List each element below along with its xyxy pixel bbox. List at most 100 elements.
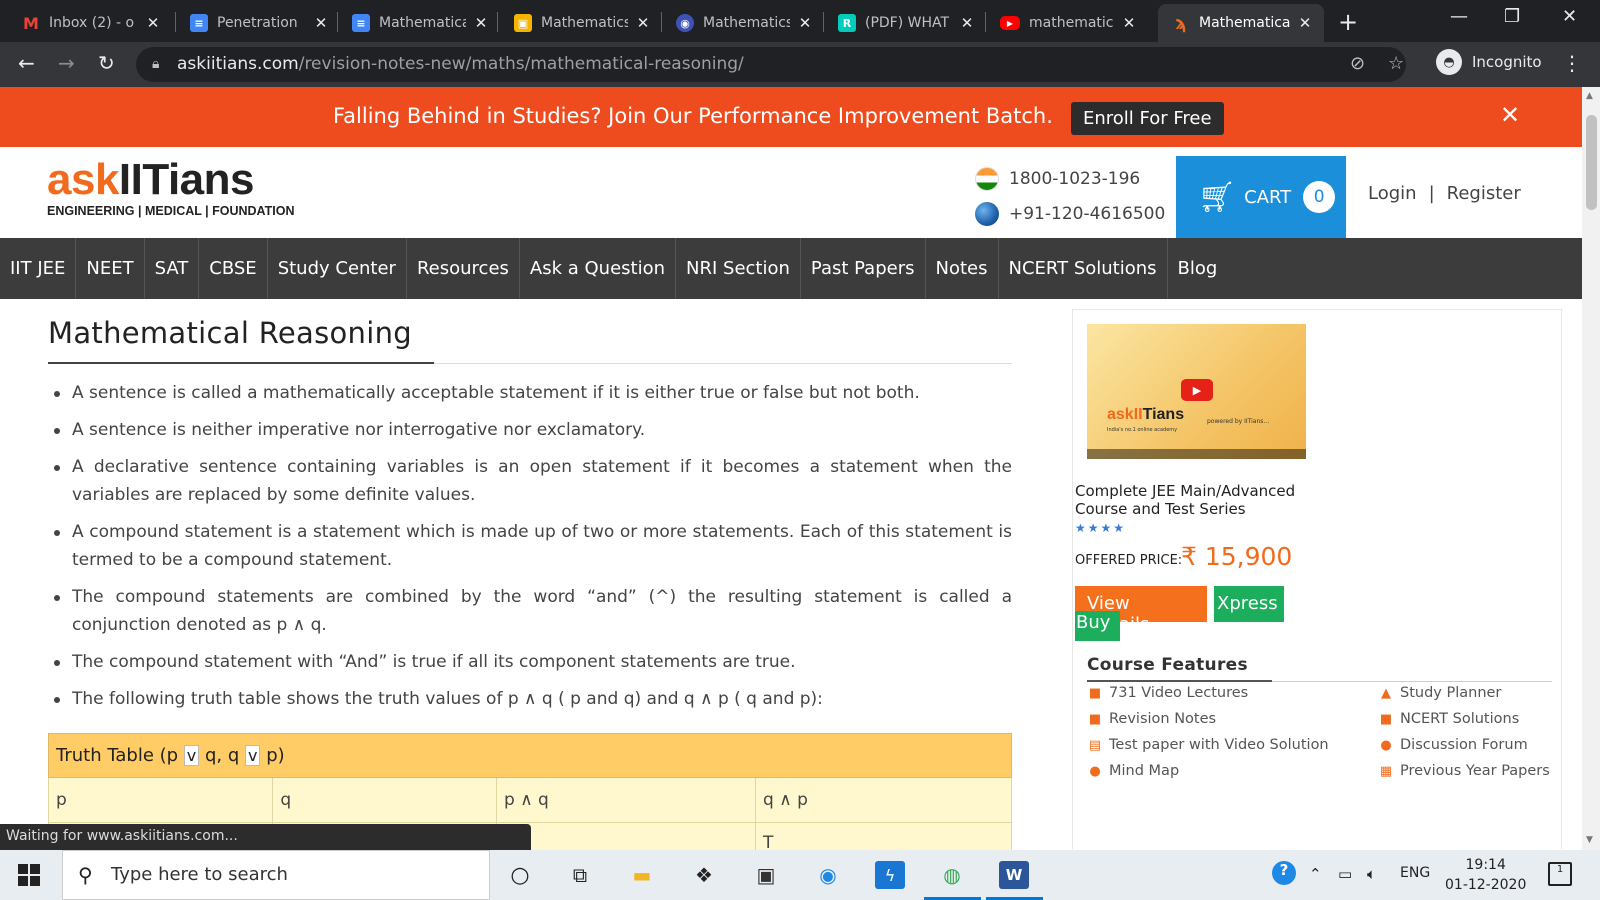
tab-mathematics-slides[interactable]: ▣ Mathematics ✕ [500,4,662,42]
close-icon[interactable]: ✕ [796,14,814,32]
phone-number: +91-120-4616500 [1009,204,1166,224]
nav-ask-question[interactable]: Ask a Question [520,238,677,299]
scroll-up-icon[interactable]: ▲ [1586,91,1593,101]
system-clock[interactable]: 19:14 01-12-2020 [1445,855,1526,895]
rating-stars: ★★★★ [1075,521,1127,535]
nav-cbse[interactable]: CBSE [199,238,268,299]
video-logo-ask: askII [1107,406,1143,423]
gmail-icon: M [23,13,39,33]
login-link[interactable]: Login [1368,183,1417,204]
xpress-buy-button-wrap[interactable]: Buy [1075,611,1120,641]
app-icon[interactable]: ϟ [875,861,905,889]
close-icon[interactable]: ✕ [1500,101,1520,129]
forward-button[interactable]: → [58,51,75,75]
nav-sat[interactable]: SAT [145,238,200,299]
restore-button[interactable]: ❐ [1504,6,1520,27]
incognito-profile[interactable]: ◓ Incognito [1436,49,1542,75]
globe-icon: ◉ [676,14,694,32]
feature-item: ■ 731 Video Lectures [1087,685,1248,701]
enroll-button[interactable]: Enroll For Free [1071,102,1224,135]
help-icon[interactable]: ? [1272,861,1296,885]
address-bar[interactable]: 🔒︎ askiitians.com/revision-notes-new/mat… [136,47,1406,82]
nav-ncert-solutions[interactable]: NCERT Solutions [999,238,1168,299]
scroll-down-icon[interactable]: ▼ [1586,835,1593,845]
battery-icon[interactable]: ▭ [1338,865,1352,883]
tab-title: Mathematica [379,15,466,31]
close-icon[interactable]: ✕ [312,14,330,32]
close-icon[interactable]: ✕ [144,14,162,32]
dropbox-icon[interactable]: ❖ [689,861,719,889]
course-title[interactable]: Complete JEE Main/Advanced Course and Te… [1075,482,1325,518]
xpress-buy-button[interactable]: Xpress [1214,586,1284,622]
tab-youtube-mathematica[interactable]: ▶ mathematica ✕ [986,4,1148,42]
task-view-icon[interactable]: ⧉ [565,861,595,889]
nav-study-center[interactable]: Study Center [268,238,407,299]
edge-icon[interactable]: ◉ [813,861,843,889]
nav-past-papers[interactable]: Past Papers [801,238,926,299]
nav-iit-jee[interactable]: IIT JEE [0,238,77,299]
star-icon[interactable]: ☆ [1388,53,1404,74]
lock-icon[interactable]: 🔒︎ [152,56,159,72]
reload-button[interactable]: ↻ [98,51,115,75]
volume-icon[interactable]: 🔈︎ [1367,865,1376,883]
register-link[interactable]: Register [1447,183,1521,204]
tab-pdf-what[interactable]: R (PDF) WHAT ✕ [824,4,986,42]
tab-askiitians-active[interactable]: ϡ Mathematica ✕ [1158,4,1324,42]
askiitians-logo[interactable]: askIITians ENGINEERING | MEDICAL | FOUND… [47,158,295,219]
more-menu-icon[interactable]: ⋮ [1562,51,1582,75]
word-icon[interactable]: W [999,861,1029,889]
google-docs-icon: ≡ [190,14,208,32]
file-explorer-icon[interactable]: ▬ [627,861,657,889]
store-icon[interactable]: ▣ [751,861,781,889]
tab-mathematica-doc[interactable]: ≡ Mathematica ✕ [338,4,500,42]
close-window-button[interactable]: ✕ [1562,6,1577,27]
feature-item: ■ Revision Notes [1087,711,1216,727]
cart-button[interactable]: 🛒︎ CART 0 [1176,156,1346,238]
minimize-button[interactable]: — [1450,6,1468,27]
url-text[interactable]: askiitians.com/revision-notes-new/maths/… [177,54,744,74]
course-video-thumbnail[interactable]: ▶ askIITians powered by IITians... India… [1087,324,1306,459]
page-scrollbar[interactable]: ▲ ▼ [1582,87,1600,850]
tab-gmail-inbox[interactable]: M Inbox (2) - o ✕ [8,4,172,42]
close-icon[interactable]: ✕ [634,14,652,32]
nav-blog[interactable]: Blog [1168,238,1228,299]
promo-banner: Falling Behind in Studies? Join Our Perf… [0,87,1582,147]
globe-icon [975,202,999,226]
map-pin-icon: ● [1089,763,1101,779]
chrome-icon[interactable]: ◍ [937,861,967,889]
nav-resources[interactable]: Resources [407,238,520,299]
close-icon[interactable]: ✕ [1120,14,1138,32]
feature-item: ▦ Previous Year Papers [1378,763,1550,779]
tab-mathematics-site[interactable]: ◉ Mathematics ✕ [662,4,824,42]
windows-start-icon[interactable] [18,864,40,886]
feature-label: 731 Video Lectures [1109,685,1249,701]
new-tab-button[interactable]: + [1338,8,1358,36]
list-item: The following truth table shows the trut… [48,685,1012,713]
taskbar-search-box[interactable]: ⚲ Type here to search [62,850,490,900]
nav-nri-section[interactable]: NRI Section [676,238,801,299]
book-icon: ■ [1379,711,1393,727]
nav-notes[interactable]: Notes [926,238,999,299]
phone-international[interactable]: +91-120-4616500 [975,202,1165,226]
notification-center-icon[interactable]: 1 [1548,862,1572,886]
cortana-icon[interactable]: ○ [505,861,535,889]
video-icon: ■ [1088,685,1102,701]
close-icon[interactable]: ✕ [958,14,976,32]
language-indicator[interactable]: ENG [1400,865,1430,881]
article: Mathematical Reasoning A sentence is cal… [48,316,1012,709]
close-icon[interactable]: ✕ [472,14,490,32]
back-button[interactable]: ← [18,51,35,75]
cart-count-badge: 0 [1303,181,1336,213]
chevron-up-icon[interactable]: ⌃ [1309,865,1322,883]
list-item: The compound statements are combined by … [48,583,1012,639]
table-caption: Truth Table (p v q, q v p) [48,733,1012,778]
revision-bullets: A sentence is called a mathematically ac… [48,379,1012,722]
close-icon[interactable]: ✕ [1296,14,1314,32]
tab-penetration[interactable]: ≡ Penetration ✕ [176,4,340,42]
askiitians-icon: ϡ [1175,12,1187,34]
phone-india[interactable]: 1800-1023-196 [975,167,1140,191]
scrollbar-thumb[interactable] [1586,115,1597,210]
youtube-play-icon[interactable]: ▶ [1181,379,1213,401]
eye-slash-icon[interactable]: ⊘ [1350,53,1365,74]
nav-neet[interactable]: NEET [76,238,145,299]
